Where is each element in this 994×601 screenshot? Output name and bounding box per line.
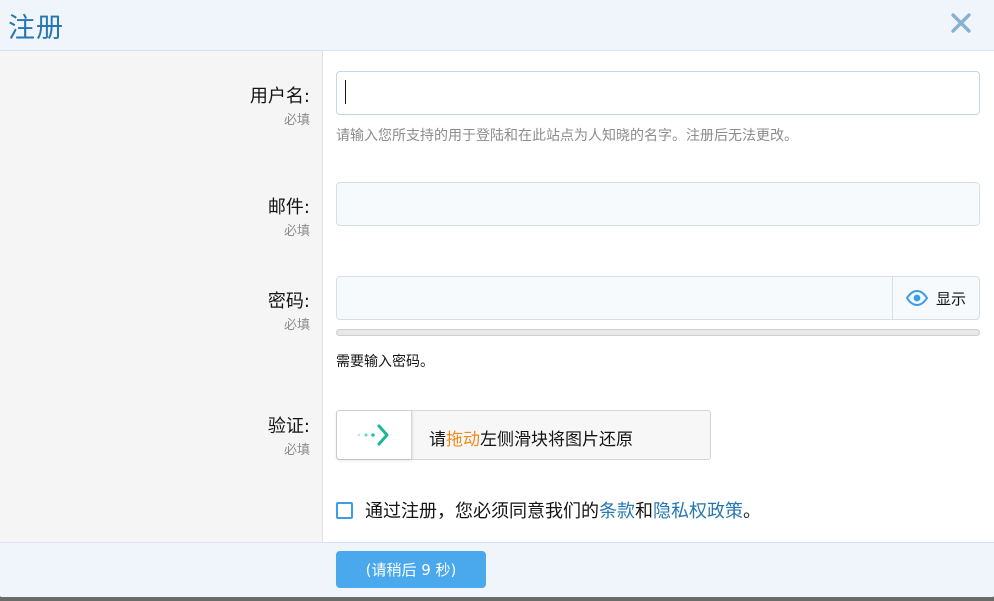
agreement-text-post: 。	[743, 501, 761, 522]
agreement-row: 通过注册，您必须同意我们的条款和隐私权政策。	[336, 497, 761, 523]
agreement-and: 和	[635, 501, 653, 522]
dialog-body: 用户名: 必填 邮件: 必填 密码: 必填 验证: 必填 请输入您所支持的用于登…	[0, 51, 994, 542]
password-field: 显示	[336, 276, 980, 320]
register-submit-button[interactable]: (请稍后 9 秒)	[336, 551, 486, 588]
username-label: 用户名: 必填	[250, 82, 310, 128]
slider-captcha: 请拖动左侧滑块将图片还原	[336, 410, 711, 460]
captcha-text-post: 左侧滑块将图片还原	[480, 430, 633, 450]
eye-icon	[905, 290, 928, 306]
label-column: 用户名: 必填 邮件: 必填 密码: 必填 验证: 必填	[0, 51, 323, 542]
email-label-text: 邮件:	[267, 197, 310, 218]
username-required: 必填	[283, 113, 310, 128]
text-caret	[345, 80, 346, 104]
password-strength-meter	[336, 329, 980, 336]
email-label: 邮件: 必填	[268, 193, 310, 239]
dialog-title: 注册	[8, 13, 64, 44]
verify-required: 必填	[283, 443, 310, 458]
username-label-text: 用户名:	[249, 86, 310, 107]
show-password-label: 显示	[935, 289, 966, 308]
show-password-button[interactable]: 显示	[892, 277, 979, 319]
captcha-instruction: 请拖动左侧滑块将图片还原	[429, 425, 633, 450]
close-button[interactable]	[946, 8, 976, 38]
agree-checkbox[interactable]	[336, 501, 353, 519]
password-input[interactable]	[337, 277, 893, 319]
verify-label: 验证: 必填	[268, 412, 310, 458]
agreement-text: 通过注册，您必须同意我们的条款和隐私权政策。	[365, 497, 761, 523]
privacy-link[interactable]: 隐私权政策	[653, 501, 743, 522]
terms-link[interactable]: 条款	[599, 501, 635, 522]
arrow-right-icon	[357, 424, 389, 446]
username-hint: 请输入您所支持的用于登陆和在此站点为人知晓的名字。注册后无法更改。	[336, 128, 798, 144]
captcha-text-highlight: 拖动	[446, 430, 480, 450]
password-hint: 需要输入密码。	[336, 354, 434, 370]
verify-label-text: 验证:	[267, 416, 310, 437]
email-required: 必填	[283, 224, 310, 239]
agreement-text-pre: 通过注册，您必须同意我们的	[365, 501, 599, 522]
password-label: 密码: 必填	[268, 287, 310, 333]
dialog-header: 注册	[0, 0, 994, 51]
email-input[interactable]	[336, 182, 980, 226]
password-label-text: 密码:	[267, 291, 310, 312]
register-dialog: 注册 用户名: 必填 邮件: 必填 密码: 必填 验证: 必填 请输入您所支持的…	[0, 0, 994, 597]
captcha-slider-handle[interactable]	[337, 411, 412, 459]
close-icon	[951, 13, 971, 33]
username-input[interactable]	[336, 71, 980, 115]
captcha-text-pre: 请	[429, 430, 446, 450]
password-required: 必填	[283, 318, 310, 333]
dialog-footer: (请稍后 9 秒)	[0, 542, 994, 597]
